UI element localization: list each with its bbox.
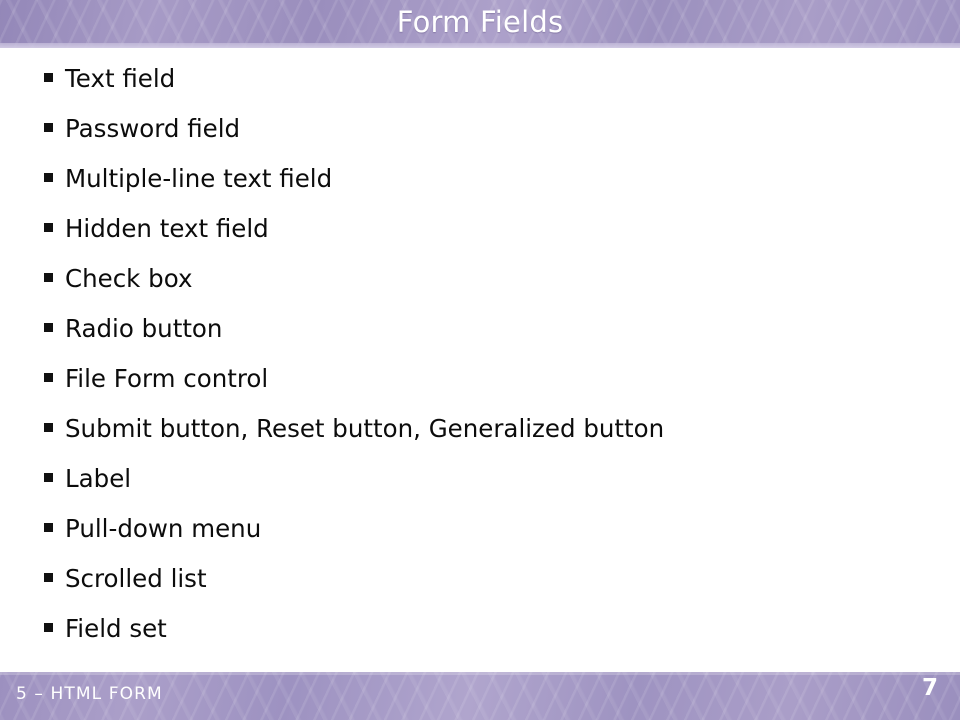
square-bullet-icon [44, 473, 53, 482]
square-bullet-icon [44, 223, 53, 232]
list-item-label: Label [65, 464, 132, 493]
list-item-label: Field set [65, 614, 167, 643]
list-item-label: Radio button [65, 314, 223, 343]
list-item-label: Hidden text field [65, 214, 269, 243]
square-bullet-icon [44, 323, 53, 332]
square-bullet-icon [44, 373, 53, 382]
list-item-label: Submit button, Reset button, Generalized… [65, 414, 665, 443]
list-item: Hidden text field [44, 214, 934, 264]
list-item: Radio button [44, 314, 934, 364]
slide-content-area: Text field Password field Multiple-line … [0, 48, 960, 672]
list-item-label: Multiple-line text field [65, 164, 333, 193]
list-item-label: Password field [65, 114, 241, 143]
list-item: Label [44, 464, 934, 514]
list-item: Submit button, Reset button, Generalized… [44, 414, 934, 464]
slide-number: 7 [921, 675, 938, 701]
square-bullet-icon [44, 73, 53, 82]
list-item: Multiple-line text field [44, 164, 934, 214]
list-item-label: File Form control [65, 364, 269, 393]
slide-title-bar: Form Fields [0, 0, 960, 48]
list-item: File Form control [44, 364, 934, 414]
list-item-label: Text field [65, 64, 176, 93]
square-bullet-icon [44, 423, 53, 432]
list-item: Check box [44, 264, 934, 314]
list-item: Field set [44, 614, 934, 664]
footer-section-label: 5 – HTML FORM [16, 684, 163, 704]
slide-footer-bar: 5 – HTML FORM 7 [0, 672, 960, 720]
slide: Form Fields Text field Password field Mu… [0, 0, 960, 720]
list-item-label: Check box [65, 264, 193, 293]
list-item-label: Pull-down menu [65, 514, 262, 543]
square-bullet-icon [44, 173, 53, 182]
page-title: Form Fields [396, 5, 564, 39]
list-item: Pull-down menu [44, 514, 934, 564]
square-bullet-icon [44, 523, 53, 532]
bullet-list: Text field Password field Multiple-line … [44, 64, 934, 664]
square-bullet-icon [44, 623, 53, 632]
list-item: Text field [44, 64, 934, 114]
list-item: Password field [44, 114, 934, 164]
square-bullet-icon [44, 573, 53, 582]
square-bullet-icon [44, 123, 53, 132]
list-item-label: Scrolled list [65, 564, 207, 593]
square-bullet-icon [44, 273, 53, 282]
list-item: Scrolled list [44, 564, 934, 614]
